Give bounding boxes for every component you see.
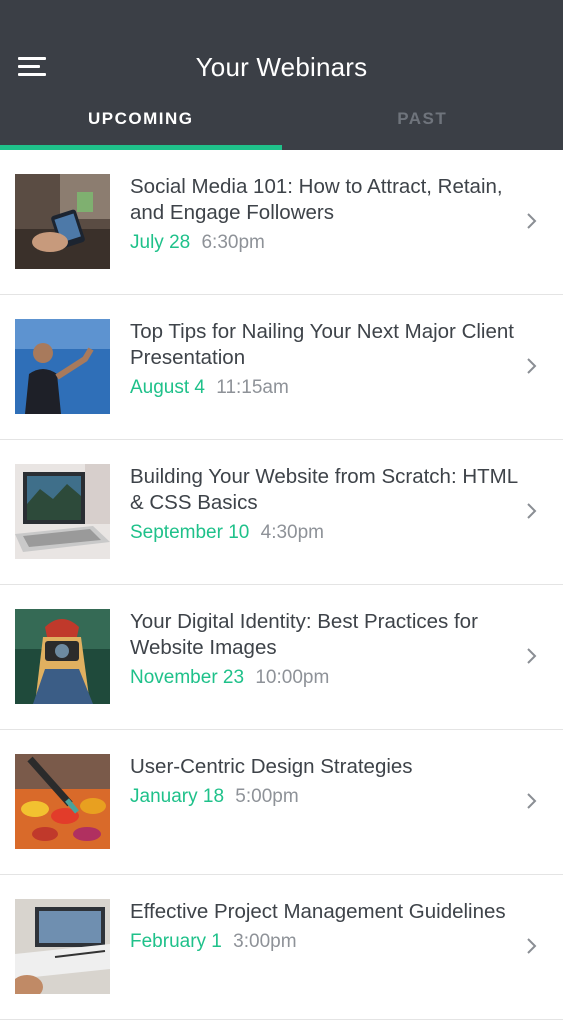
webinar-list-item[interactable]: User-Centric Design Strategies January 1… xyxy=(0,730,563,875)
webinar-list: Social Media 101: How to Attract, Retain… xyxy=(0,150,563,1020)
chevron-right-icon xyxy=(523,647,541,665)
chevron-right-icon xyxy=(523,212,541,230)
webinar-time: 6:30pm xyxy=(201,232,264,253)
webinar-thumbnail xyxy=(15,319,110,414)
webinar-title: Social Media 101: How to Attract, Retain… xyxy=(130,174,518,226)
webinar-time: 3:00pm xyxy=(233,931,296,952)
app-header: Your Webinars UPCOMING PAST xyxy=(0,0,563,150)
chevron-right-icon xyxy=(523,792,541,810)
webinar-list-item[interactable]: Building Your Website from Scratch: HTML… xyxy=(0,440,563,585)
webinar-title: Top Tips for Nailing Your Next Major Cli… xyxy=(130,319,518,371)
tab-bar: UPCOMING PAST xyxy=(0,100,563,150)
chevron-right-icon xyxy=(523,937,541,955)
webinar-list-item[interactable]: Top Tips for Nailing Your Next Major Cli… xyxy=(0,295,563,440)
chevron-right-icon xyxy=(523,502,541,520)
webinar-title: Your Digital Identity: Best Practices fo… xyxy=(130,609,518,661)
webinar-date: February 1 xyxy=(130,931,222,952)
webinar-date: July 28 xyxy=(130,232,190,253)
tab-past[interactable]: PAST xyxy=(282,100,563,150)
webinar-thumbnail xyxy=(15,609,110,704)
webinar-thumbnail xyxy=(15,174,110,269)
webinar-thumbnail xyxy=(15,899,110,994)
chevron-right-icon xyxy=(523,357,541,375)
webinar-thumbnail xyxy=(15,754,110,849)
webinar-date: August 4 xyxy=(130,377,205,398)
webinar-title: Building Your Website from Scratch: HTML… xyxy=(130,464,518,516)
webinar-list-item[interactable]: Effective Project Management Guidelines … xyxy=(0,875,563,1020)
webinar-list-item[interactable]: Social Media 101: How to Attract, Retain… xyxy=(0,150,563,295)
webinar-list-item[interactable]: Your Digital Identity: Best Practices fo… xyxy=(0,585,563,730)
webinar-time: 11:15am xyxy=(216,377,289,398)
webinar-time: 10:00pm xyxy=(255,667,329,688)
webinar-thumbnail xyxy=(15,464,110,559)
page-title: Your Webinars xyxy=(0,52,563,83)
webinar-time: 5:00pm xyxy=(235,786,298,807)
webinar-date: September 10 xyxy=(130,522,249,543)
webinar-date: January 18 xyxy=(130,786,224,807)
tab-upcoming[interactable]: UPCOMING xyxy=(0,100,282,150)
webinar-title: Effective Project Management Guidelines xyxy=(130,899,518,925)
webinar-title: User-Centric Design Strategies xyxy=(130,754,518,780)
webinar-time: 4:30pm xyxy=(261,522,324,543)
webinar-date: November 23 xyxy=(130,667,244,688)
